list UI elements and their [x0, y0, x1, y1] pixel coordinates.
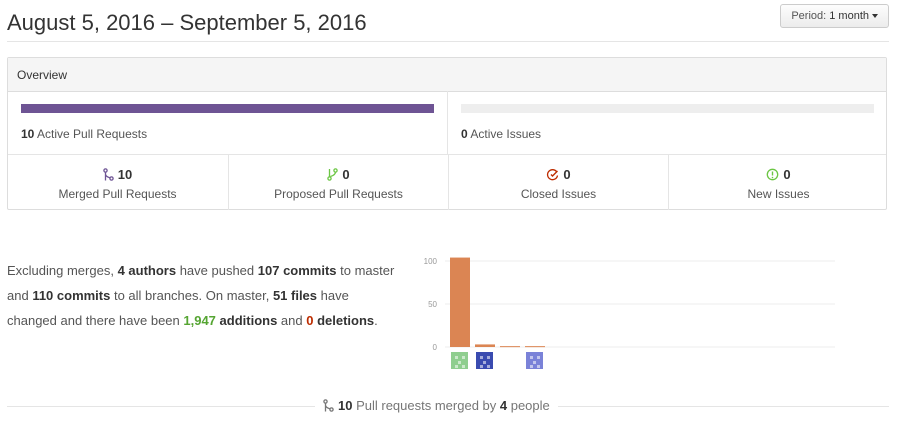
new-issue-icon [767, 168, 779, 181]
author-avatar[interactable] [476, 352, 493, 369]
closed-issues-label: Closed Issues [520, 187, 597, 201]
merged-pr-icon [103, 168, 114, 181]
active-issues-count: 0 [461, 127, 468, 141]
authors-count: 4 authors [117, 263, 177, 278]
master-commits: 107 commits [257, 263, 337, 278]
active-issues-link[interactable]: 0 Active Issues [461, 127, 541, 141]
proposed-pr-icon [327, 168, 339, 181]
new-issues-stat[interactable]: 0 New Issues [668, 155, 888, 210]
overview-panel: Overview 10 Active Pull Requests 0 Activ… [7, 57, 887, 210]
deletions-count: 0 [306, 313, 314, 328]
new-issues-label: New Issues [747, 187, 810, 201]
period-label: Period: [791, 10, 827, 22]
author-bar [525, 346, 545, 348]
active-pull-requests-link[interactable]: 10 Active Pull Requests [21, 127, 147, 141]
commit-summary: Excluding merges, 4 authors have pushed … [7, 263, 395, 328]
pull-requests-bar-fill [21, 104, 434, 113]
proposed-pull-requests-stat[interactable]: 0 Proposed Pull Requests [228, 155, 448, 210]
issues-bar[interactable] [461, 104, 874, 113]
y-tick-label: 0 [433, 343, 438, 352]
deletions-word: deletions [317, 313, 375, 328]
y-tick-label: 50 [428, 300, 437, 309]
author-avatar[interactable] [501, 352, 518, 369]
files-changed: 51 files [272, 288, 318, 303]
author-bar [500, 346, 520, 348]
commits-by-author-chart: 0 50 100 [424, 257, 835, 369]
author-bar [475, 344, 495, 347]
merged-pull-requests-label: Merged Pull Requests [58, 187, 177, 201]
pull-requests-merged-summary: 10 Pull requests merged by 4 people [315, 398, 558, 413]
overview-column-divider [447, 91, 448, 155]
merged-pull-requests-stat[interactable]: 10 Merged Pull Requests [8, 155, 227, 210]
date-range-heading: August 5, 2016 – September 5, 2016 [7, 10, 367, 35]
merged-pr-icon [323, 399, 334, 412]
proposed-pull-requests-label: Proposed Pull Requests [274, 187, 403, 201]
y-tick-label: 100 [424, 257, 438, 266]
closed-issues-count: 0 [563, 167, 571, 182]
active-pull-requests-label: Active Pull Requests [37, 127, 148, 141]
period-value: 1 month [829, 10, 869, 22]
active-issues-label: Active Issues [470, 127, 542, 141]
author-avatar[interactable] [526, 352, 543, 369]
active-pull-requests-count: 10 [21, 127, 35, 141]
caret-down-icon [872, 14, 878, 19]
all-branch-commits: 110 commits [32, 288, 111, 303]
overview-title: Overview [17, 68, 68, 82]
header-divider [7, 41, 889, 42]
proposed-pull-requests-count: 0 [342, 167, 350, 182]
closed-issue-icon [547, 169, 559, 181]
additions-count: 1,947 [183, 313, 216, 328]
pull-requests-bar[interactable] [21, 104, 434, 113]
merged-pull-requests-count: 10 [117, 167, 133, 182]
closed-issues-stat[interactable]: 0 Closed Issues [448, 155, 668, 210]
author-avatar[interactable] [451, 352, 468, 369]
author-bar [450, 257, 470, 347]
overview-header: Overview [8, 58, 886, 92]
period-dropdown-button[interactable]: Period: 1 month [780, 4, 889, 28]
new-issues-count: 0 [783, 167, 791, 182]
merged-pr-count: 10 [338, 398, 353, 413]
